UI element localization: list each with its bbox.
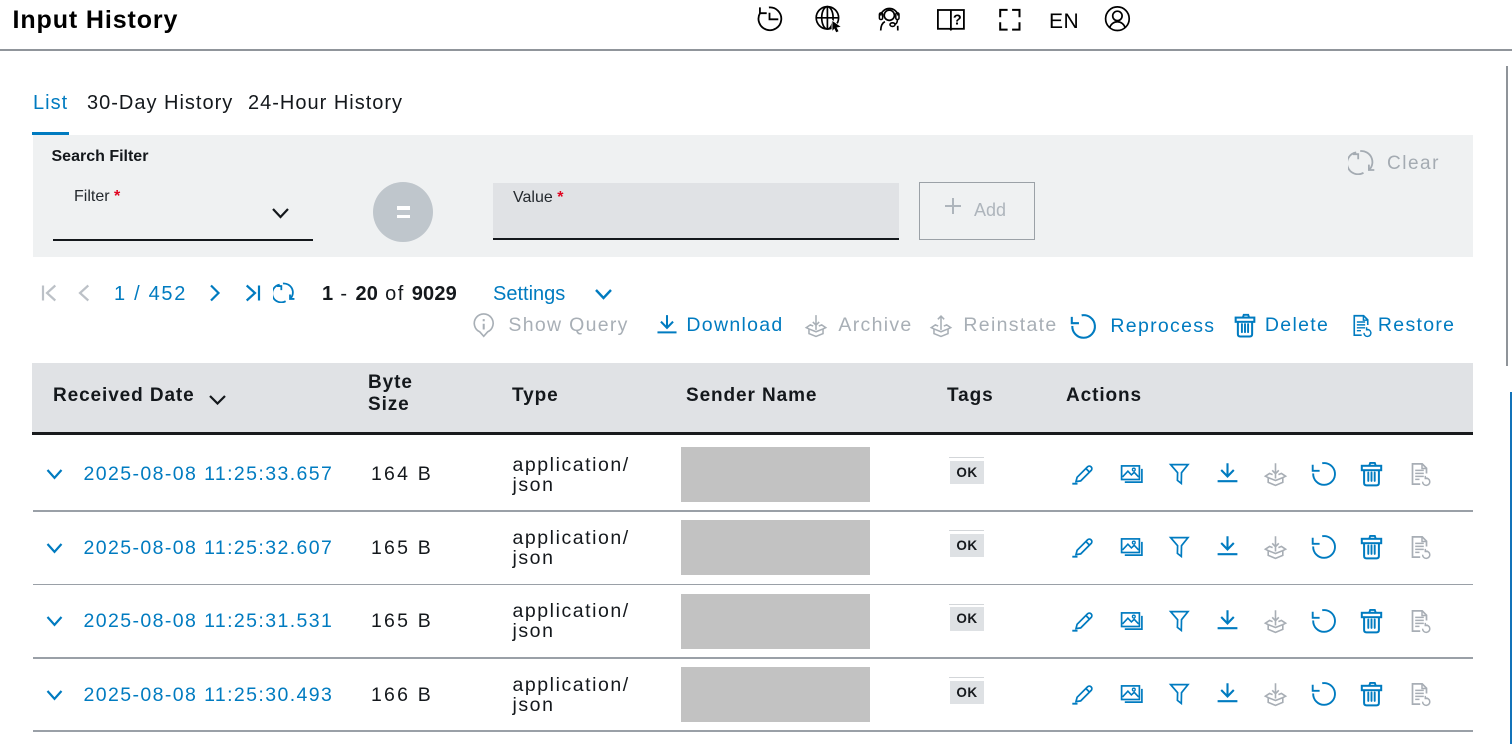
svg-text:?: ?	[952, 13, 961, 29]
